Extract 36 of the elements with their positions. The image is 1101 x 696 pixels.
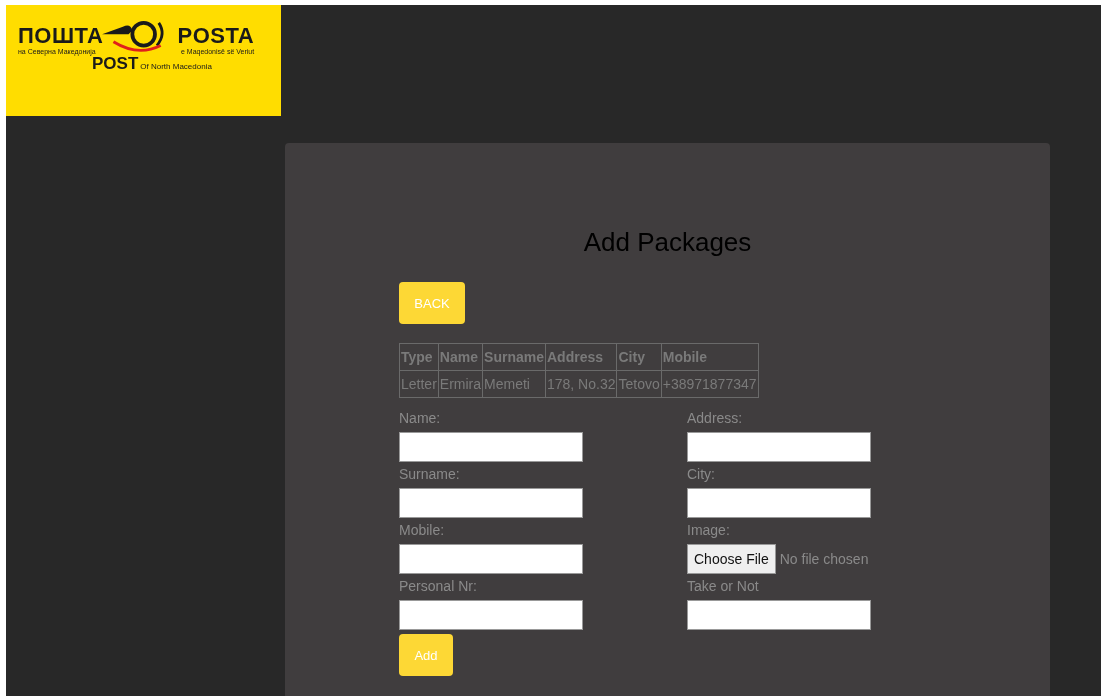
choose-file-button[interactable]: Choose File [687,544,776,574]
table-cell: Memeti [482,370,546,398]
table-header: Name [438,343,483,371]
add-button[interactable]: Add [399,634,453,676]
table-cell: 178, No.32 [545,370,617,398]
page-title: Add Packages [582,227,753,257]
field-label: Mobile: [399,522,446,538]
logo-title: ПОШТА [18,25,104,47]
logo-subtitle: Of North Macedonia [140,62,212,71]
table-header: City [616,343,662,371]
input-field[interactable] [687,432,871,462]
field-label: Take or Not [687,578,760,594]
field-label: Address: [687,410,744,426]
field-label: Name: [399,410,442,426]
file-status: No file chosen [779,551,869,567]
table-cell: +38971877347 [661,370,759,398]
table-header: Mobile [661,343,759,371]
table-cell: Ermira [438,370,483,398]
field-label: Image: [687,522,731,538]
input-field[interactable] [399,600,583,630]
table-cell: Letter [399,370,439,398]
field-label: Surname: [399,466,461,482]
input-field[interactable] [687,600,871,630]
table-header: Surname [482,343,546,371]
input-field[interactable] [399,488,583,518]
input-field[interactable] [687,488,871,518]
logo-title: POSTA [177,25,255,47]
back-button[interactable]: BACK [399,282,465,324]
table-header: Address [545,343,617,371]
field-label: City: [687,466,716,482]
table-cell: Tetovo [616,370,662,398]
table-header: Type [399,343,439,371]
logo-title: POST [92,54,139,74]
input-field[interactable] [399,432,583,462]
field-label: Personal Nr: [399,578,478,594]
input-field[interactable] [399,544,583,574]
